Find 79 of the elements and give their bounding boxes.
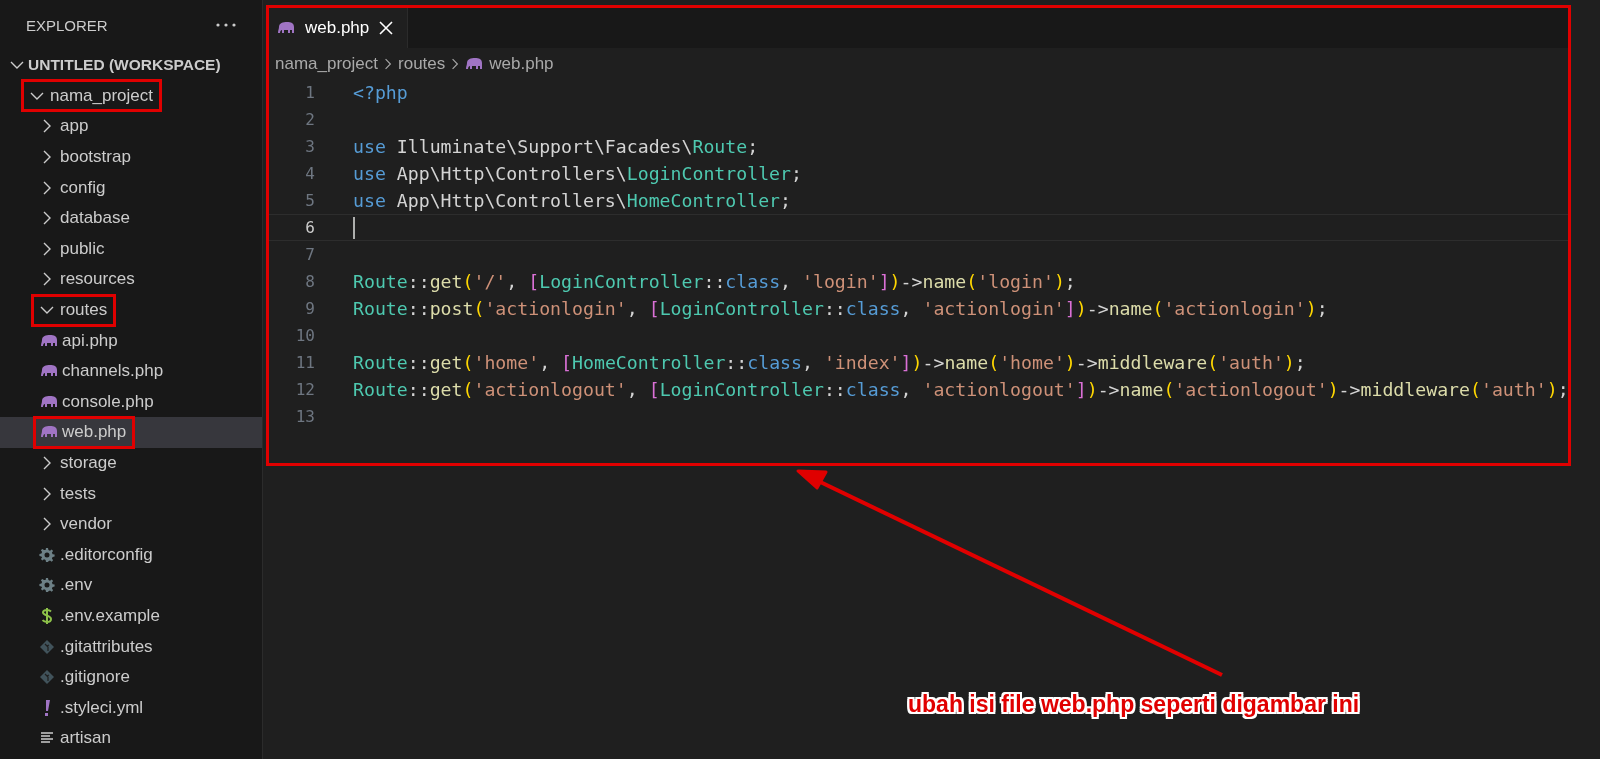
- dollar-icon: [41, 607, 53, 625]
- editor-tab[interactable]: web.php: [269, 8, 409, 48]
- elephant-icon: [40, 333, 58, 348]
- file-item[interactable]: artisan: [0, 723, 262, 754]
- line-number: 12: [294, 380, 315, 399]
- folder-item[interactable]: storage: [0, 447, 262, 479]
- chevron-icon: [451, 56, 460, 71]
- code-line: Route::get('actionlogout', [LoginController::class, 'actionlogout'])->name('actionlogout')->middleware('auth');: [353, 379, 1569, 400]
- folder-item[interactable]: database: [0, 202, 262, 234]
- file-item[interactable]: channels.php: [0, 355, 262, 387]
- line-number: 6: [304, 218, 315, 237]
- chevron-icon: [42, 211, 52, 226]
- chevron-icon: [42, 272, 52, 287]
- elephant-icon: [40, 425, 58, 440]
- chevron-icon: [42, 517, 52, 532]
- folder-item[interactable]: bootstrap: [0, 141, 262, 173]
- code-line: Route::get('home', [HomeController::class, 'index'])->name('home')->middleware('auth');: [353, 352, 1306, 373]
- breadcrumb-item[interactable]: web.php: [489, 53, 554, 74]
- line-number: 5: [304, 191, 315, 210]
- line-number: 1: [304, 83, 315, 102]
- diamond-icon: [39, 669, 55, 686]
- file-item[interactable]: api.php: [0, 325, 262, 356]
- line-number: 2: [304, 110, 315, 129]
- line-number: 11: [294, 353, 315, 372]
- line-number: 9: [304, 299, 315, 318]
- chevron-icon: [40, 305, 54, 316]
- explorer-title: EXPLORER: [26, 16, 108, 34]
- more-icon[interactable]: [216, 23, 236, 27]
- file-item[interactable]: .gitattributes: [0, 631, 262, 662]
- chevron-icon: [384, 56, 392, 71]
- chevron-icon: [42, 180, 52, 195]
- chevron-icon: [42, 119, 52, 134]
- line-number: 10: [294, 326, 315, 345]
- file-item[interactable]: .env.example: [0, 600, 262, 632]
- elephant-icon: [277, 21, 295, 35]
- chevron-icon: [42, 456, 52, 470]
- code-line: use App\Http\Controllers\LoginController;: [353, 163, 802, 184]
- file-item[interactable]: .editorconfig: [0, 539, 262, 571]
- chevron-icon: [30, 90, 44, 101]
- chevron-icon: [42, 241, 52, 256]
- folder-item[interactable]: vendor: [0, 508, 262, 540]
- code-line: use Illuminate\Support\Facades\Route;: [353, 136, 759, 157]
- folder-item[interactable]: routes: [0, 294, 262, 326]
- folder-item[interactable]: config: [0, 172, 262, 203]
- file-item[interactable]: .env: [0, 570, 262, 601]
- annotation-caption: ubah isi file web.php seperti digambar ini: [908, 691, 1360, 718]
- line-number: 13: [294, 407, 315, 426]
- breadcrumb-item[interactable]: nama_project: [275, 53, 378, 74]
- chevron-icon: [42, 150, 52, 165]
- file-item[interactable]: .styleci.yml: [0, 692, 262, 724]
- code-line: Route::get('/', [LoginController::class, 'login'])->name('login');: [353, 271, 1076, 292]
- file-item[interactable]: .gitignore: [0, 661, 262, 693]
- folder-item[interactable]: resources: [0, 264, 262, 295]
- chevron-icon: [10, 60, 24, 71]
- folder-item[interactable]: nama_project: [0, 80, 262, 112]
- file-item[interactable]: console.php: [0, 386, 262, 418]
- file-item[interactable]: web.php: [0, 417, 262, 448]
- lines-icon: [40, 731, 54, 746]
- elephant-icon: [40, 394, 58, 409]
- workspace-header[interactable]: UNTITLED (WORKSPACE): [0, 50, 262, 81]
- code-line: Route::post('actionlogin', [LoginController::class, 'actionlogin'])->name('actionlogin');: [353, 298, 1328, 319]
- elephant-icon: [465, 56, 484, 71]
- exclamation-icon: [42, 698, 52, 717]
- folder-item[interactable]: public: [0, 233, 262, 265]
- code-line: use App\Http\Controllers\HomeController;: [353, 190, 792, 211]
- close-icon[interactable]: [379, 21, 394, 35]
- breadcrumb-item[interactable]: routes: [398, 53, 446, 74]
- line-number: 3: [304, 137, 315, 156]
- line-number: 8: [304, 272, 315, 291]
- folder-item[interactable]: app: [0, 111, 262, 142]
- elephant-icon: [40, 364, 58, 379]
- folder-item[interactable]: tests: [0, 478, 262, 509]
- line-number: 7: [304, 245, 315, 264]
- gear-icon: [39, 577, 55, 594]
- chevron-icon: [42, 486, 52, 501]
- line-number: 4: [304, 164, 315, 183]
- diamond-icon: [39, 638, 55, 655]
- code-line: <?php: [353, 82, 408, 103]
- gear-icon: [39, 546, 55, 563]
